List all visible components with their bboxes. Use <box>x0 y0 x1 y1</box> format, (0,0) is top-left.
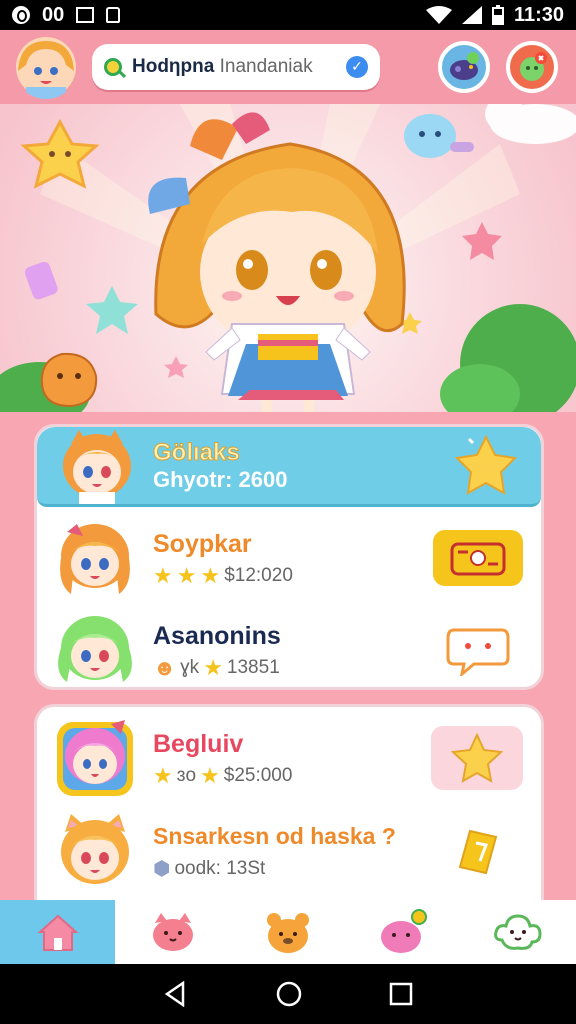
notification-icon <box>12 6 30 24</box>
cloud-icon <box>485 104 576 144</box>
nav-home[interactable] <box>0 900 116 964</box>
cat-face-icon <box>152 913 193 951</box>
bottom-navigation <box>0 900 576 964</box>
featured-title: Gölıaks <box>153 438 241 466</box>
hero-character <box>148 112 406 412</box>
nav-cloud[interactable] <box>461 900 576 964</box>
notification-count: 00 <box>42 3 65 26</box>
star-icon <box>451 733 503 783</box>
back-icon[interactable] <box>163 981 189 1007</box>
app-header: Ηodηpna Inandaniak ✓ <box>0 30 576 104</box>
hero-banner <box>0 104 576 412</box>
signal-icon <box>461 6 482 24</box>
battery-icon <box>491 5 504 25</box>
star-icon: ★ <box>200 762 220 788</box>
image-icon <box>76 7 95 23</box>
system-navigation <box>0 964 576 1024</box>
nav-monster[interactable] <box>346 900 461 964</box>
clock: 11:30 <box>513 3 564 26</box>
featured-subtitle: Ghyotr: 2600 <box>153 466 288 492</box>
home-icon <box>36 914 79 951</box>
home-button-icon[interactable] <box>275 980 303 1008</box>
hero-illustration <box>0 104 576 412</box>
controller-icon <box>450 52 479 80</box>
cloud-face-icon <box>494 914 542 950</box>
character-avatar <box>55 718 135 798</box>
character-avatar <box>55 812 135 892</box>
ticket-icon <box>458 829 498 875</box>
favorite-button[interactable] <box>431 726 523 790</box>
star-icon: ☻ <box>153 654 177 680</box>
bear-face-icon <box>267 913 309 953</box>
gift-icon <box>520 52 547 81</box>
nav-cat[interactable] <box>115 900 230 964</box>
sticker-badge-button[interactable] <box>433 530 523 586</box>
star-icon: ★ <box>203 654 223 680</box>
orange-blob-icon <box>40 352 98 408</box>
character-avatar <box>55 610 135 687</box>
featured-row[interactable]: Gölıaks Ghyotr: 2600 <box>37 427 541 507</box>
chat-button[interactable] <box>433 622 523 678</box>
sticker-badge-icon <box>450 542 506 576</box>
controller-button[interactable] <box>438 41 490 93</box>
star-icon: ★ <box>176 562 197 588</box>
star-icon: ★ <box>200 562 221 588</box>
wifi-icon <box>425 6 452 24</box>
ghost-icon <box>404 114 474 158</box>
stat-prefix: ɜo <box>176 764 197 786</box>
star-icon: ★ <box>153 762 173 788</box>
teal-star-icon <box>86 286 138 334</box>
search-text-rest: Inandaniak <box>219 56 313 77</box>
stat-value: $12:020 <box>224 564 293 586</box>
status-bar: 00 11:30 <box>0 0 576 30</box>
character-card-1: Gölıaks Ghyotr: 2600 Soypkar ★ ★ ★ $12:0… <box>34 424 544 690</box>
nav-bear[interactable] <box>230 900 345 964</box>
pink-monster-icon <box>381 909 428 953</box>
lock-icon <box>106 7 121 23</box>
search-bar[interactable]: Ηodηpna Inandaniak ✓ <box>92 44 380 90</box>
chat-bubble-icon <box>446 628 510 676</box>
search-icon <box>104 58 122 76</box>
profile-avatar[interactable] <box>14 35 78 99</box>
ticket-button[interactable] <box>433 824 523 880</box>
star-icon[interactable] <box>451 431 521 501</box>
search-input[interactable]: Ηodηpna Inandaniak <box>132 56 346 78</box>
gift-button[interactable] <box>506 41 558 93</box>
stat-prefix: ɣk <box>180 656 200 678</box>
stat-value: 13851 <box>226 656 280 678</box>
character-avatar <box>55 518 135 598</box>
stat-value: oodk: 13St <box>174 857 266 879</box>
list-item[interactable]: Begluiv ★ ɜo ★ $25:000 <box>37 711 541 805</box>
list-item[interactable]: Asanonins ☻ ɣk ★ 13851 <box>37 603 541 687</box>
character-card-2: Begluiv ★ ɜo ★ $25:000 Snsarkesn od hask… <box>34 704 544 900</box>
featured-avatar <box>57 427 137 506</box>
gem-icon: ⬢ <box>153 858 171 880</box>
search-text-bold: Ηodηpna <box>132 56 215 77</box>
recents-icon[interactable] <box>389 982 413 1006</box>
star-icon: ★ <box>153 562 173 588</box>
pink-star-icon <box>462 222 502 260</box>
stat-value: $25:000 <box>223 764 293 786</box>
check-badge-icon: ✓ <box>346 56 368 78</box>
list-item[interactable]: Soypkar ★ ★ ★ $12:020 <box>37 511 541 605</box>
list-item[interactable]: Snsarkesn od haska ? ⬢ oodk: 13St <box>37 805 541 899</box>
